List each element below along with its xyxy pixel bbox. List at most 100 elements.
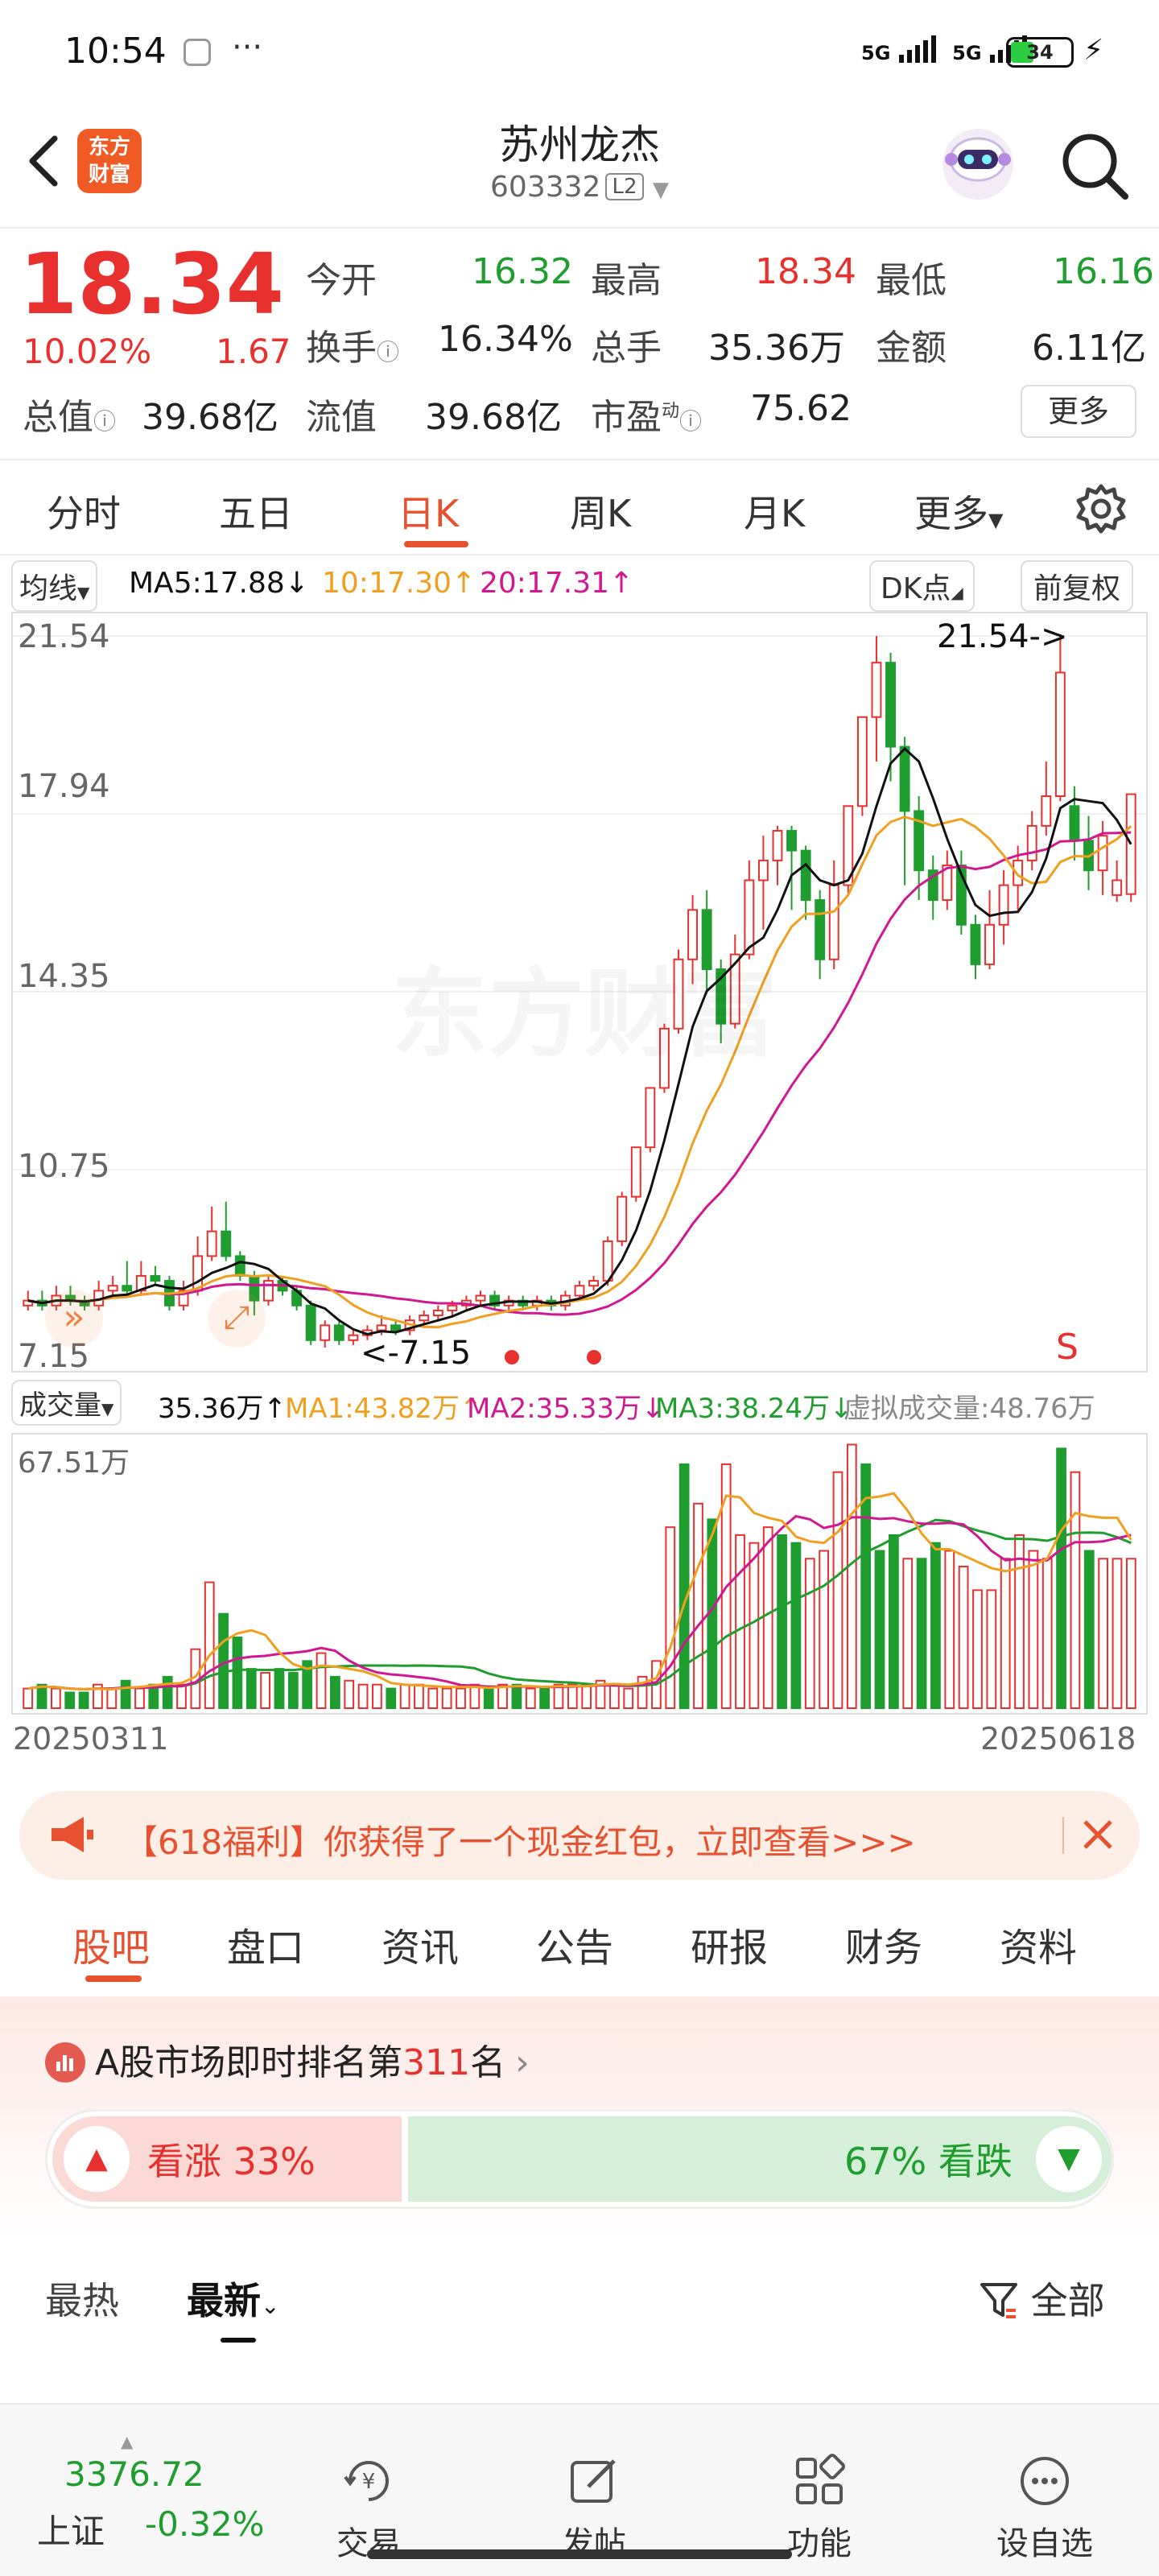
nav-functions[interactable]: 功能 (739, 2453, 900, 2564)
ma10-value: 10:17.30↑ (322, 567, 476, 600)
candle-body (885, 662, 896, 748)
candle-body (800, 849, 811, 902)
high-label: 最高 (591, 260, 662, 301)
volume-bar (176, 1683, 187, 1710)
candle-body (1112, 879, 1123, 896)
candle-body (122, 1285, 133, 1292)
tab-announcements[interactable]: 公告 (536, 1916, 613, 1972)
candle-body (1041, 795, 1052, 827)
tab-more[interactable]: 更多▼ (914, 485, 1003, 538)
volume-bar (972, 1589, 983, 1709)
volume-bar-header: 成交量▼ 35.36万↑ MA1:43.82万↑ MA2:35.33万↓ MA3… (0, 1380, 1159, 1428)
adjust-button[interactable]: 前复权 (1021, 560, 1134, 612)
tab-orderbook[interactable]: 盘口 (227, 1916, 304, 1972)
nav-watchlist[interactable]: 设自选 (964, 2453, 1125, 2564)
bearish-button[interactable]: ▼ (1036, 2126, 1102, 2192)
dk-point-button[interactable]: DK点◢ (869, 560, 975, 612)
tab-five-day[interactable]: 五日 (219, 485, 293, 538)
nav-trade[interactable]: ¥ 交易 (288, 2453, 449, 2564)
promo-banner[interactable]: 【618福利】你获得了一个现金红包，立即查看>>> (19, 1791, 1140, 1880)
candle-body (107, 1285, 118, 1292)
nav-post[interactable]: 发帖 (514, 2453, 674, 2564)
candle-body (617, 1195, 628, 1242)
tab-daily-k[interactable]: 日K (398, 485, 459, 538)
info-icon: ⓘ (679, 408, 703, 435)
volume-bar (399, 1683, 410, 1710)
filter-button[interactable]: 全部 (979, 2272, 1105, 2325)
more-button[interactable]: 更多 (1021, 385, 1136, 438)
index-name: 上证 (37, 2512, 105, 2551)
yen-exchange-icon: ¥ (344, 2461, 389, 2501)
volume-bar (958, 1566, 969, 1709)
ma20-value: 20:17.31↑ (480, 567, 634, 600)
sort-latest[interactable]: 最新⌄ (187, 2272, 279, 2325)
sort-hot[interactable]: 最热 (45, 2272, 119, 2325)
search-button[interactable] (1054, 126, 1135, 206)
sort-row: 最热 最新⌄ 全部 (0, 2254, 1159, 2343)
candle-body (1026, 824, 1037, 861)
ranking-panel: A股市场即时排名第311名 › ▲ 看涨 33% 67% 看跌 ▼ (0, 1996, 1159, 2238)
close-button[interactable] (1074, 1810, 1122, 1859)
volume-bar (232, 1637, 243, 1709)
volume-chart[interactable]: 67.51万 (11, 1433, 1148, 1715)
ma-selector[interactable]: 均线▼ (11, 560, 98, 612)
ma-bar: 均线▼ MA5:17.88↓ 10:17.30↑ 20:17.31↑ DK点◢ … (0, 560, 1159, 612)
tab-intraday[interactable]: 分时 (47, 485, 121, 538)
volume-bar (427, 1687, 439, 1709)
volume-bar (1098, 1558, 1109, 1709)
volume-label: 总手 (591, 328, 662, 369)
tab-profile[interactable]: 资料 (1000, 1916, 1077, 1972)
chevron-down-icon: ⌄ (261, 2293, 280, 2319)
volume-bar (386, 1687, 397, 1709)
up-arrow-icon: ▲ (121, 2432, 134, 2451)
candle-body (150, 1274, 161, 1282)
mktcap-label: 总值ⓘ (23, 397, 117, 438)
candle-body (475, 1294, 486, 1302)
quote-panel: 18.34 10.02% 1.67 今开 16.32 最高 18.34 最低 1… (0, 227, 1159, 459)
candle-body (828, 884, 839, 960)
expand-button[interactable]: » (45, 1290, 103, 1348)
candle-body (348, 1334, 359, 1341)
volume-selector[interactable]: 成交量▼ (11, 1380, 122, 1426)
tab-weekly-k[interactable]: 周K (570, 485, 631, 538)
svg-text:¥: ¥ (362, 2470, 376, 2494)
period-tabs: 分时 五日 日K 周K 月K 更多▼ (0, 459, 1159, 555)
banner-divider (1062, 1817, 1064, 1854)
active-tab-indicator (404, 541, 468, 547)
tab-monthly-k[interactable]: 月K (744, 485, 805, 538)
candle-body (998, 884, 1009, 926)
tab-guba[interactable]: 股吧 (72, 1916, 150, 1972)
tab-news[interactable]: 资讯 (382, 1916, 459, 1972)
fullscreen-button[interactable]: ⤢ (208, 1290, 266, 1348)
volume-bar (693, 1502, 703, 1710)
index-widget[interactable]: ▲ 3376.72 上证 -0.32% (32, 2432, 274, 2551)
candle-body (645, 1087, 656, 1149)
tab-research[interactable]: 研报 (691, 1916, 768, 1972)
ranking-suffix: 名 (470, 2042, 506, 2083)
bullish-button[interactable]: ▲ (64, 2126, 130, 2192)
candle-body (206, 1230, 217, 1257)
volume-bar (120, 1679, 131, 1709)
bullish-label: 看涨 33% (147, 2140, 316, 2183)
candle-body (786, 830, 797, 852)
low-annotation: <-7.15 (361, 1335, 472, 1372)
candle-body (1069, 805, 1080, 842)
turnover-value: 16.34% (438, 319, 573, 360)
settings-button[interactable] (1075, 483, 1127, 535)
volume-bar (372, 1683, 382, 1710)
candle-body (432, 1309, 443, 1317)
volume-bar (344, 1679, 355, 1709)
gear-icon (1076, 484, 1126, 534)
tab-finance[interactable]: 财务 (845, 1916, 922, 1972)
volume-bar (567, 1683, 578, 1710)
kline-chart[interactable]: 东方财富 21.54 17.94 14.35 10.75 7.15 21.54-… (11, 612, 1148, 1375)
more-dots: ··· (232, 29, 263, 66)
ranking-row[interactable]: A股市场即时排名第311名 › (45, 2033, 530, 2085)
network-label-1: 5G (861, 42, 891, 64)
candle-body (320, 1324, 331, 1341)
candle-body (630, 1146, 641, 1198)
volume-bar (944, 1550, 955, 1709)
assistant-robot-icon[interactable] (934, 118, 1022, 206)
network-label-2: 5G (952, 42, 982, 64)
high-annotation: 21.54-> (937, 618, 1068, 655)
